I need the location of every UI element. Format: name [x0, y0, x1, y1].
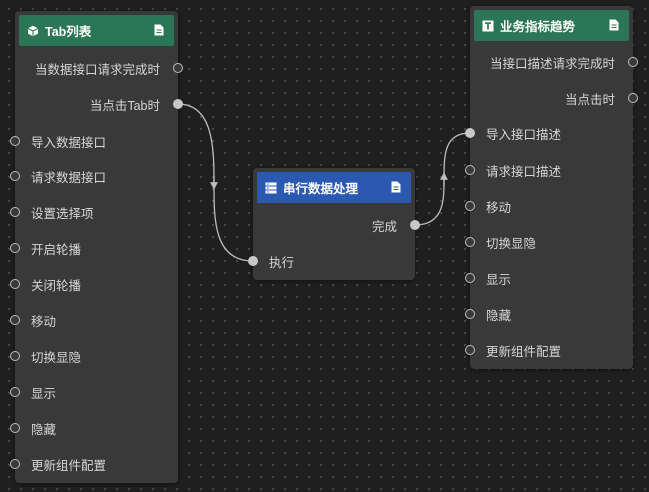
- input-port-row: 显示: [465, 269, 633, 287]
- port-label: 当点击Tab时: [89, 98, 160, 113]
- node-title: Tab列表: [45, 25, 92, 39]
- input-port[interactable]: [10, 351, 20, 361]
- node-biz-trend-header[interactable]: 业务指标趋势: [474, 10, 629, 41]
- port-label: 请求接口描述: [486, 164, 562, 179]
- port-label: 设置选择项: [31, 206, 94, 221]
- node-tab-list-header[interactable]: Tab列表: [19, 15, 174, 46]
- input-port[interactable]: [10, 459, 20, 469]
- port-label: 切换显隐: [486, 236, 537, 251]
- input-port-row: 切换显隐: [465, 233, 633, 251]
- input-port[interactable]: [10, 171, 20, 181]
- port-label: 导入数据接口: [31, 135, 107, 150]
- output-port[interactable]: [173, 63, 183, 73]
- input-port[interactable]: [465, 201, 475, 211]
- input-port[interactable]: [465, 309, 475, 319]
- port-label: 更新组件配置: [31, 458, 107, 473]
- input-port-row: 更新组件配置: [10, 455, 178, 473]
- node-tab-list[interactable]: Tab列表 当数据接口请求完成时 当点击Tab时 导入数据接口 请求数据接口 设…: [10, 11, 183, 483]
- port-label: 移动: [486, 200, 512, 215]
- flow-canvas[interactable]: Tab列表 当数据接口请求完成时 当点击Tab时 导入数据接口 请求数据接口 设…: [0, 0, 649, 492]
- input-port-row: 移动: [10, 311, 178, 329]
- input-port-row: 设置选择项: [10, 203, 178, 221]
- input-port-row: 隐藏: [10, 419, 178, 437]
- port-label: 当点击时: [564, 92, 615, 107]
- document-icon[interactable]: [154, 24, 166, 37]
- input-port[interactable]: [465, 128, 475, 138]
- input-port-row: 关闭轮播: [10, 275, 178, 293]
- output-port-row: 当点击时: [470, 89, 638, 107]
- input-port[interactable]: [465, 165, 475, 175]
- input-port-row: 执行: [248, 252, 415, 270]
- port-label: 隐藏: [486, 308, 512, 323]
- port-label: 当接口描述请求完成时: [489, 56, 615, 71]
- input-port-row: 更新组件配置: [465, 341, 633, 359]
- input-port[interactable]: [465, 273, 475, 283]
- input-port-row: 显示: [10, 383, 178, 401]
- text-box-icon: [482, 20, 494, 32]
- input-port[interactable]: [10, 423, 20, 433]
- input-port[interactable]: [10, 387, 20, 397]
- port-label: 移动: [31, 314, 57, 329]
- input-port[interactable]: [465, 237, 475, 247]
- port-label: 显示: [31, 386, 57, 401]
- input-port[interactable]: [248, 256, 258, 266]
- port-label: 显示: [486, 272, 512, 287]
- wire-tab-click-to-execute[interactable]: [177, 103, 254, 262]
- port-label: 切换显隐: [31, 350, 82, 365]
- output-port-row: 完成: [253, 216, 420, 234]
- node-serial-process-header[interactable]: 串行数据处理: [257, 172, 411, 203]
- input-port-row: 隐藏: [465, 305, 633, 323]
- input-port[interactable]: [10, 207, 20, 217]
- document-icon[interactable]: [391, 181, 403, 194]
- output-port-row: 当接口描述请求完成时: [470, 53, 638, 71]
- node-biz-trend[interactable]: 业务指标趋势 当接口描述请求完成时 当点击时 导入接口描述 请求接口描述 移动 …: [465, 6, 638, 369]
- document-icon[interactable]: [609, 19, 621, 32]
- input-port[interactable]: [10, 315, 20, 325]
- input-port-row: 开启轮播: [10, 239, 178, 257]
- input-port-row: 导入数据接口: [10, 132, 178, 150]
- output-port[interactable]: [628, 93, 638, 103]
- output-port[interactable]: [410, 220, 420, 230]
- port-label: 隐藏: [31, 422, 57, 437]
- output-port[interactable]: [628, 57, 638, 67]
- node-title: 串行数据处理: [283, 182, 359, 196]
- port-label: 请求数据接口: [31, 170, 107, 185]
- output-port-row: 当数据接口请求完成时: [15, 59, 183, 77]
- output-port[interactable]: [173, 99, 183, 109]
- input-port-row: 请求数据接口: [10, 167, 178, 185]
- port-label: 开启轮播: [31, 242, 82, 257]
- input-port-row: 切换显隐: [10, 347, 178, 365]
- port-label: 更新组件配置: [486, 344, 562, 359]
- port-label: 导入接口描述: [486, 127, 562, 142]
- input-port[interactable]: [465, 345, 475, 355]
- input-port-row: 移动: [465, 197, 633, 215]
- input-port[interactable]: [10, 243, 20, 253]
- input-port[interactable]: [10, 136, 20, 146]
- input-port[interactable]: [10, 279, 20, 289]
- port-label: 关闭轮播: [31, 278, 82, 293]
- port-label: 当数据接口请求完成时: [34, 62, 160, 77]
- output-port-row: 当点击Tab时: [15, 95, 183, 113]
- node-title: 业务指标趋势: [500, 20, 576, 34]
- input-port-row: 请求接口描述: [465, 161, 633, 179]
- port-label: 执行: [269, 255, 295, 270]
- stack-icon: [265, 182, 277, 194]
- wire-complete-to-import[interactable]: [414, 132, 471, 226]
- port-label: 完成: [371, 219, 397, 234]
- node-serial-process[interactable]: 串行数据处理 完成 执行: [248, 168, 420, 280]
- cube-icon: [27, 25, 39, 37]
- input-port-row: 导入接口描述: [465, 124, 633, 142]
